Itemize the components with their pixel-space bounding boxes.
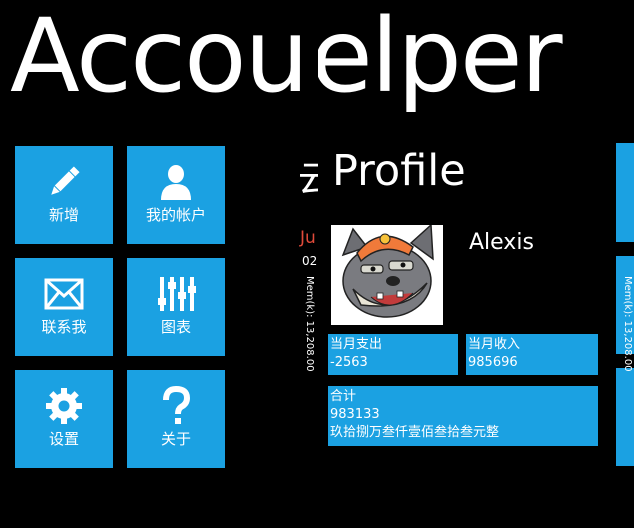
tile-contact-label: 联系我 <box>41 318 87 336</box>
gear-icon <box>46 388 82 424</box>
tile-about-label: 关于 <box>160 430 191 448</box>
month-income-label: 当月收入 <box>468 337 521 352</box>
peek-sub-label: 02 <box>302 254 318 268</box>
tile-settings-label: 设置 <box>48 430 79 448</box>
total-amount-words: 玖拾捌万叁仟壹佰叁拾叁元整 <box>330 425 500 440</box>
total-tile[interactable]: 合计 983133 玖拾捌万叁仟壹佰叁拾叁元整 <box>328 386 598 446</box>
month-income-value: 985696 <box>468 355 518 370</box>
user-avatar <box>331 223 443 325</box>
tile-settings[interactable]: 设置 <box>15 370 113 468</box>
peek-month-label: Ju <box>300 228 316 248</box>
month-expense-tile[interactable]: 当月支出 -2563 <box>328 334 458 375</box>
profile-username: Alexis <box>469 230 534 255</box>
sliders-icon <box>158 277 196 311</box>
question-icon <box>163 386 191 424</box>
panorama-page-profile: elper Profile Alexis 当月支出 -2563 当月收入 985… <box>318 0 634 528</box>
edge-memory-counter: Mem(k): 13,208.00 <box>622 276 633 372</box>
month-expense-label: 当月支出 <box>330 337 383 352</box>
total-label: 合计 <box>330 389 357 404</box>
panorama-page-main: Accou 新增 我的帐户 联系我 图表 设置 关于 云 Ju 02 Mem(k… <box>0 0 318 528</box>
peek-page-title: 云 <box>298 159 318 200</box>
profile-heading: Profile <box>332 146 466 196</box>
tile-charts-label: 图表 <box>160 318 191 336</box>
app-title-right: elper <box>318 0 563 116</box>
total-value: 983133 <box>330 407 380 422</box>
wolf-avatar-icon <box>331 223 443 325</box>
peek-memory-counter: Mem(k): 13,208.00 <box>304 276 315 372</box>
tile-contact[interactable]: 联系我 <box>15 258 113 356</box>
tile-add-label: 新增 <box>48 206 79 224</box>
edge-tile-top[interactable] <box>616 143 634 242</box>
month-expense-value: -2563 <box>330 355 368 370</box>
edge-tile-bottom[interactable] <box>616 368 634 466</box>
tile-add[interactable]: 新增 <box>15 146 113 244</box>
person-icon <box>161 165 191 200</box>
tile-charts[interactable]: 图表 <box>127 258 225 356</box>
tile-about[interactable]: 关于 <box>127 370 225 468</box>
mail-icon <box>44 278 84 310</box>
app-title-left: Accou <box>10 0 309 116</box>
month-income-tile[interactable]: 当月收入 985696 <box>466 334 598 375</box>
tile-my-account-label: 我的帐户 <box>145 206 206 224</box>
tile-my-account[interactable]: 我的帐户 <box>127 146 225 244</box>
pencil-icon <box>51 166 80 195</box>
